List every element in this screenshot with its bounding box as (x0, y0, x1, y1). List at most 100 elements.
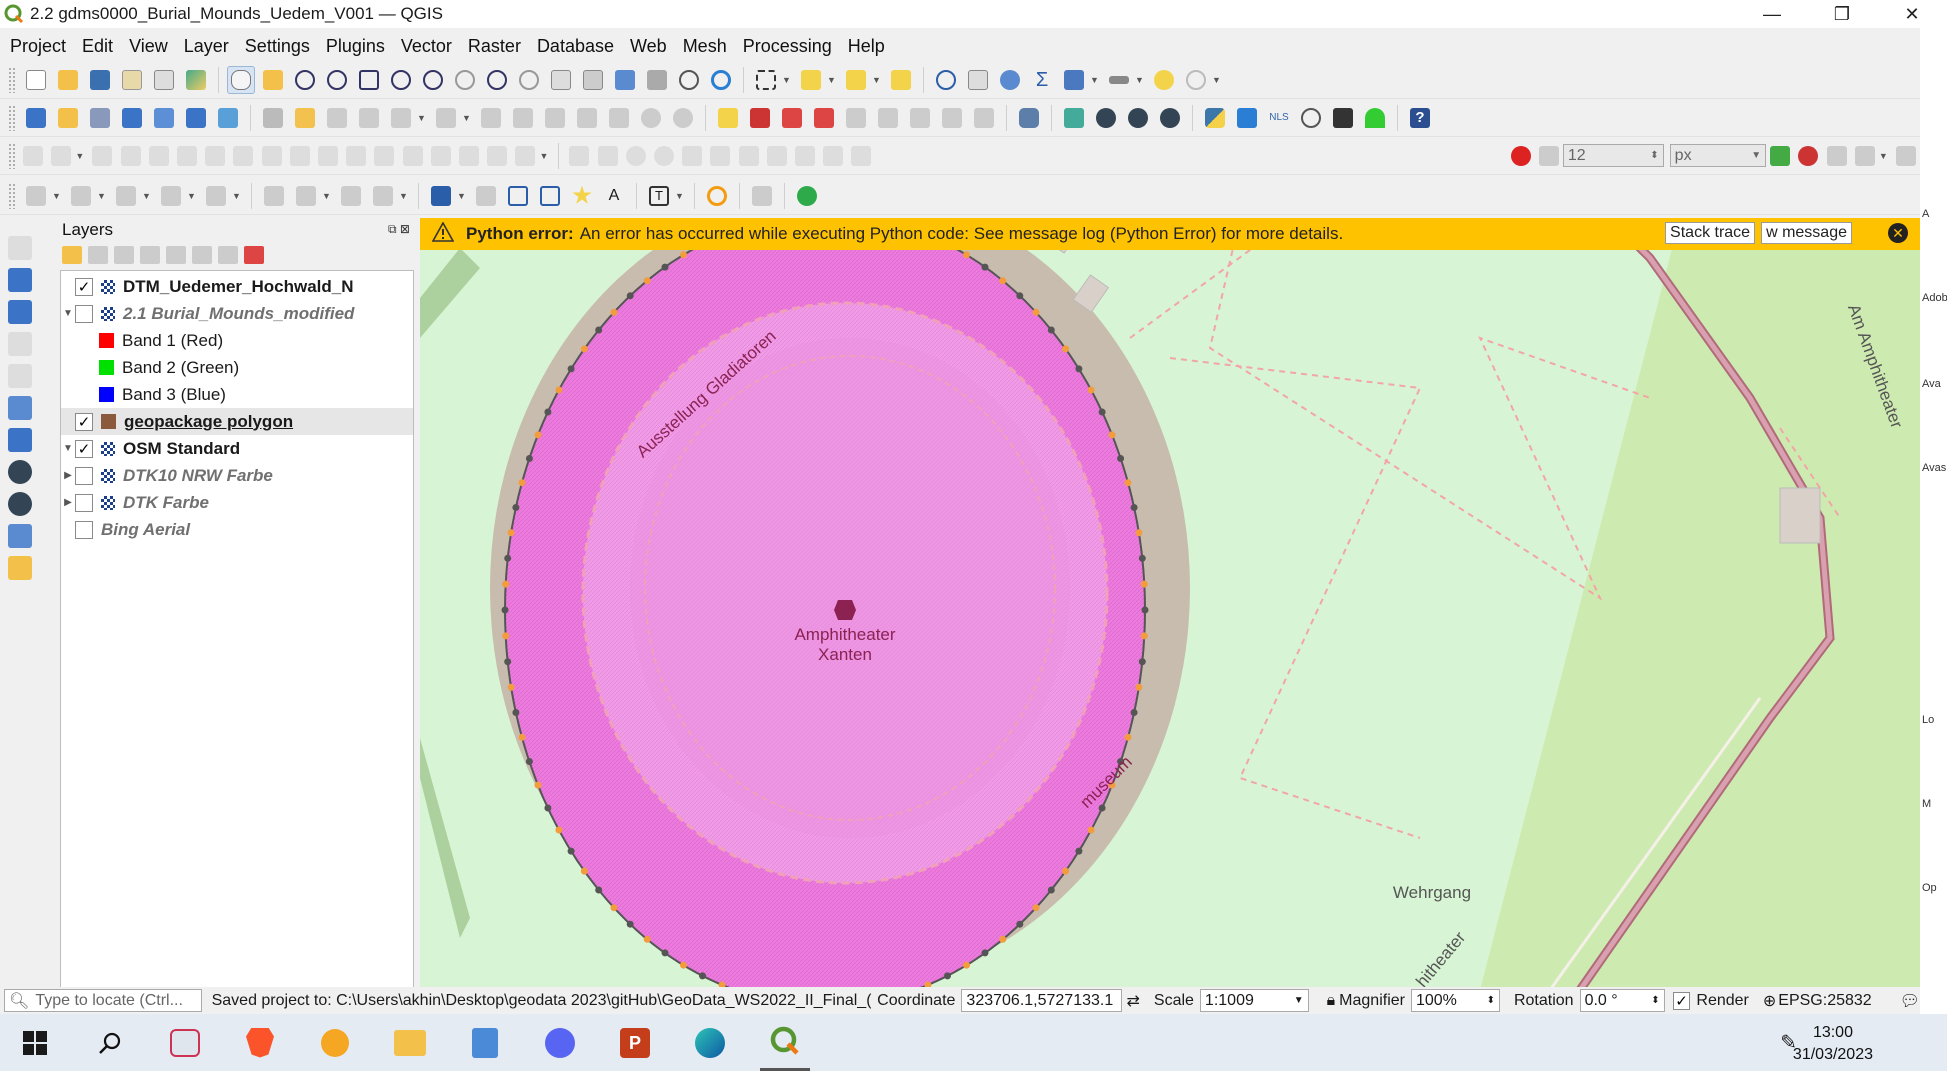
pin-labels-icon[interactable] (746, 104, 774, 132)
search-map-icon[interactable] (1297, 104, 1325, 132)
layer-checkbox[interactable]: ✓ (75, 412, 93, 431)
edge-browser-icon[interactable] (685, 1014, 735, 1071)
expand-arrow-icon[interactable]: ▶ (61, 497, 75, 508)
split-parts-icon[interactable] (400, 142, 424, 170)
add-vector-icon[interactable] (8, 236, 32, 260)
edit-annotation-icon[interactable] (260, 182, 288, 210)
add-raster-icon[interactable] (8, 268, 32, 292)
scale-feature-icon[interactable] (118, 142, 142, 170)
layer-row-dtk10[interactable]: ▶ DTK10 NRW Farbe (61, 462, 413, 489)
menu-plugins[interactable]: Plugins (318, 36, 393, 57)
layer-row-dtk-farbe[interactable]: ▶ DTK Farbe (61, 489, 413, 516)
text-tool-icon[interactable]: A (600, 182, 628, 210)
crs-label[interactable]: EPSG:25832 (1778, 992, 1871, 1010)
merge-features-icon[interactable] (429, 142, 453, 170)
select-by-value-icon[interactable] (797, 66, 825, 94)
zoom-selection-icon[interactable] (387, 66, 415, 94)
toggle-editing-pencil-icon[interactable] (291, 104, 319, 132)
rotate-feature-icon[interactable] (90, 142, 114, 170)
collapse-all-icon[interactable] (218, 246, 238, 264)
locator-icon[interactable] (1182, 66, 1210, 94)
add-vector-layer-icon[interactable] (182, 104, 210, 132)
layer-checkbox[interactable] (75, 493, 93, 512)
pan-hand-icon[interactable] (227, 65, 255, 94)
trim-extend-icon[interactable] (513, 142, 537, 170)
coordinate-field[interactable]: 323706.1,5727133.1 (961, 989, 1123, 1012)
label-tool-icon[interactable] (714, 104, 742, 132)
zoom-next-icon[interactable] (515, 66, 543, 94)
shape-digitize-icon[interactable] (567, 142, 591, 170)
new-geopackage-icon[interactable] (54, 104, 82, 132)
remove-layer-icon[interactable] (244, 246, 264, 264)
annotation-text-icon[interactable] (22, 182, 50, 210)
add-xyz-icon[interactable] (8, 556, 32, 580)
tracing-icon[interactable] (1796, 142, 1820, 170)
text-format-icon[interactable]: T (645, 182, 673, 210)
circle-tool-icon[interactable] (703, 182, 731, 210)
select-features-icon[interactable] (752, 66, 780, 94)
search-icon[interactable] (85, 1014, 135, 1071)
attribute-table-icon[interactable] (964, 66, 992, 94)
expand-all-icon[interactable] (192, 246, 212, 264)
add-feature-icon[interactable] (355, 104, 383, 132)
cut-features-icon[interactable] (541, 104, 569, 132)
callout-icon[interactable] (970, 104, 998, 132)
style-panel-icon[interactable] (62, 246, 82, 264)
add-delimited-text-icon[interactable] (8, 332, 32, 356)
layer-checkbox[interactable]: ✓ (75, 277, 93, 296)
discord-icon[interactable] (535, 1014, 585, 1071)
film-strip-icon[interactable] (1329, 104, 1357, 132)
menu-vector[interactable]: Vector (393, 36, 460, 57)
panel-float-close-icons[interactable]: ⧉ ⊠ (388, 222, 410, 237)
add-wcs-icon[interactable] (8, 524, 32, 548)
messages-icon[interactable]: 💬︎ (1900, 991, 1920, 1011)
layer-checkbox[interactable]: ✓ (75, 439, 93, 458)
open-project-icon[interactable] (54, 66, 82, 94)
menu-web[interactable]: Web (622, 36, 675, 57)
move-feature-icon[interactable] (49, 142, 73, 170)
menu-database[interactable]: Database (529, 36, 622, 57)
add-ring-icon[interactable] (175, 142, 199, 170)
circle-shape-icon[interactable] (624, 142, 648, 170)
menu-layer[interactable]: Layer (176, 36, 237, 57)
show-bookmarks-icon[interactable] (675, 66, 703, 94)
restore-button[interactable]: ❐ (1807, 0, 1877, 28)
cad-tools-icon[interactable] (21, 142, 45, 170)
stack-trace-button[interactable]: Stack trace (1665, 222, 1756, 244)
change-label-icon[interactable] (906, 104, 934, 132)
zoom-native-icon[interactable] (451, 66, 479, 94)
annotation-layer-icon[interactable] (292, 182, 320, 210)
refresh-icon[interactable] (707, 66, 735, 94)
annotation-marker-icon[interactable] (202, 182, 230, 210)
measure-angle-icon[interactable] (748, 182, 776, 210)
vertex-editor-icon[interactable] (765, 142, 789, 170)
snap-segment-icon[interactable] (1853, 142, 1877, 170)
simplify-icon[interactable] (147, 142, 171, 170)
temporal-controller-icon[interactable] (611, 66, 639, 94)
layer-row-osm[interactable]: ▼ ✓ OSM Standard (61, 435, 413, 462)
annotation-svg-icon[interactable] (157, 182, 185, 210)
delete-selected-icon[interactable] (509, 104, 537, 132)
offset-curve-icon[interactable] (344, 142, 368, 170)
lock-scale-icon[interactable]: 🔒︎ (1327, 992, 1336, 1010)
layer-checkbox[interactable] (75, 304, 93, 323)
menu-settings[interactable]: Settings (237, 36, 318, 57)
filter-expression-icon[interactable] (166, 246, 186, 264)
file-explorer-icon[interactable] (385, 1014, 435, 1071)
text-annotation-icon[interactable] (427, 182, 455, 210)
powerpoint-icon[interactable]: P (610, 1014, 660, 1071)
brave-browser-icon[interactable] (235, 1014, 285, 1071)
locator-search-input[interactable]: 🔍︎ Type to locate (Ctrl... (4, 989, 202, 1012)
zoom-full-icon[interactable] (355, 66, 383, 94)
collapse-arrow-icon[interactable]: ▼ (61, 443, 75, 454)
crs-globe-icon[interactable]: ⊕ (1763, 991, 1776, 1011)
annotation-form-icon[interactable] (67, 182, 95, 210)
statistics-sigma-icon[interactable]: Σ (1028, 66, 1056, 94)
windows-start-icon[interactable] (10, 1014, 60, 1071)
polygon-node-icon[interactable] (504, 182, 532, 210)
rotate-label-icon[interactable] (874, 104, 902, 132)
view-message-button[interactable]: w message (1761, 222, 1852, 244)
identify-icon[interactable] (932, 66, 960, 94)
minimize-button[interactable]: — (1737, 0, 1807, 28)
annotation-grid-icon[interactable] (337, 182, 365, 210)
